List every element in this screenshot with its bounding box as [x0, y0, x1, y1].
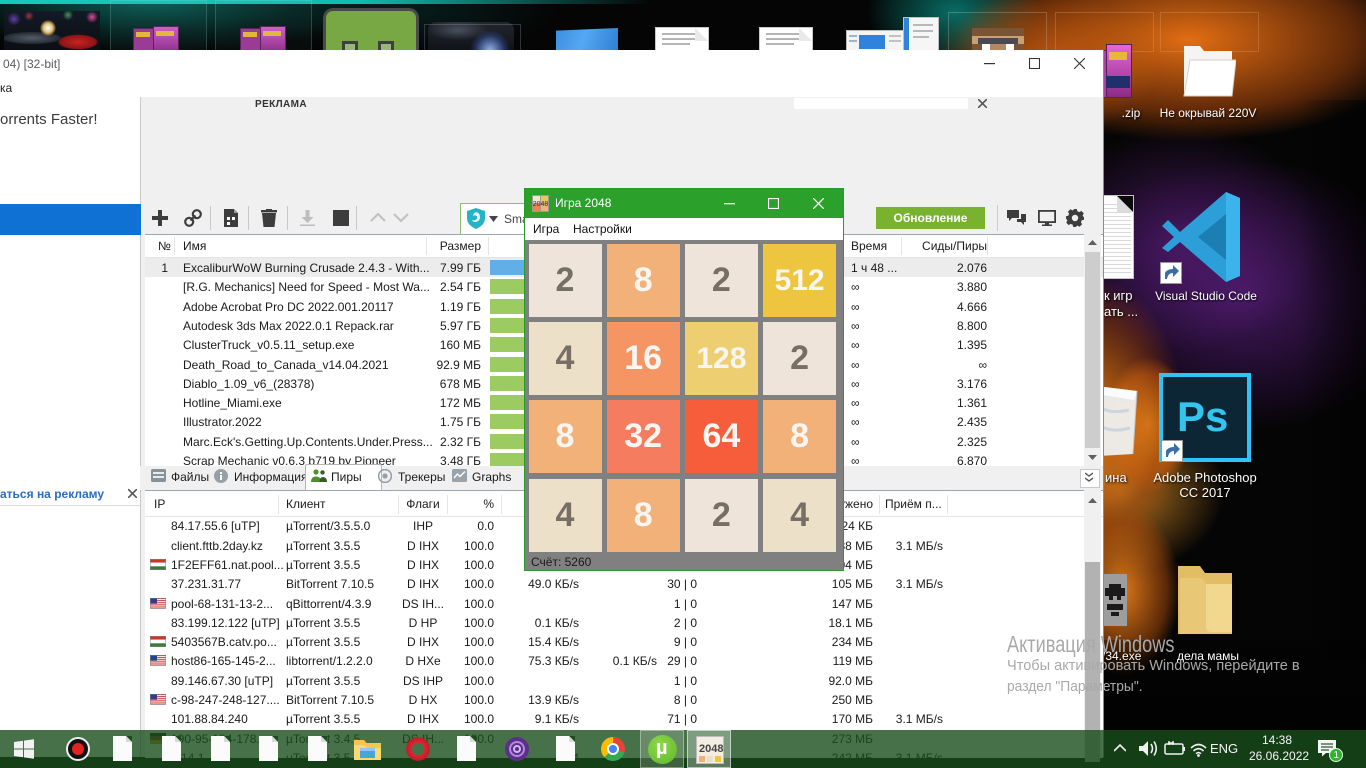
svg-text:2048: 2048: [533, 201, 549, 208]
